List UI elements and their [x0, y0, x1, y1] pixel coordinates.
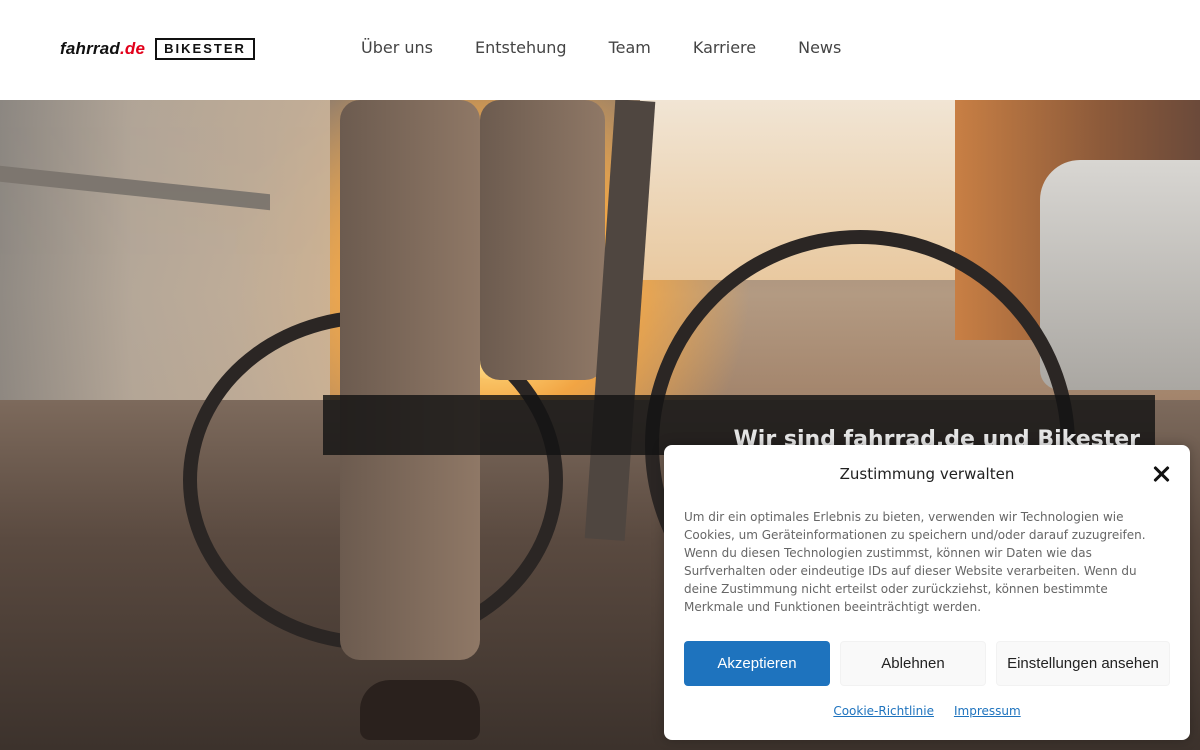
- logo-fahrrad-name: fahrrad: [60, 39, 120, 58]
- view-settings-button[interactable]: Einstellungen ansehen: [996, 641, 1170, 686]
- cookie-policy-link[interactable]: Cookie-Richtlinie: [833, 704, 934, 718]
- logo-fahrrad-tld: .de: [119, 39, 146, 58]
- close-icon[interactable]: [1150, 463, 1172, 485]
- site-header: fahrrad.de BIKESTER Über uns Entstehung …: [0, 0, 1200, 100]
- cookie-modal-buttons: Akzeptieren Ablehnen Einstellungen anseh…: [684, 641, 1170, 686]
- nav-item-entstehung[interactable]: Entstehung: [475, 38, 567, 57]
- nav-item-team[interactable]: Team: [609, 38, 651, 57]
- main-nav: Über uns Entstehung Team Karriere News: [361, 38, 883, 57]
- cookie-consent-modal: Zustimmung verwalten Um dir ein optimale…: [664, 445, 1190, 740]
- nav-item-karriere[interactable]: Karriere: [693, 38, 756, 57]
- hero-person-leg: [340, 100, 480, 660]
- logo-fahrrad: fahrrad.de: [60, 39, 145, 59]
- cookie-modal-title: Zustimmung verwalten: [839, 465, 1015, 483]
- hero-person-shoe: [360, 680, 480, 740]
- impressum-link[interactable]: Impressum: [954, 704, 1021, 718]
- cookie-modal-text: Um dir ein optimales Erlebnis zu bieten,…: [684, 510, 1146, 614]
- deny-button[interactable]: Ablehnen: [840, 641, 986, 686]
- cookie-modal-links: Cookie-Richtlinie Impressum: [664, 704, 1190, 718]
- nav-item-news[interactable]: News: [798, 38, 841, 57]
- site-logo[interactable]: fahrrad.de BIKESTER: [60, 38, 255, 60]
- logo-bikester: BIKESTER: [155, 38, 255, 60]
- nav-item-ueber-uns[interactable]: Über uns: [361, 38, 433, 57]
- hero-person-leg: [480, 100, 605, 380]
- hero-car: [1040, 160, 1200, 390]
- accept-button[interactable]: Akzeptieren: [684, 641, 830, 686]
